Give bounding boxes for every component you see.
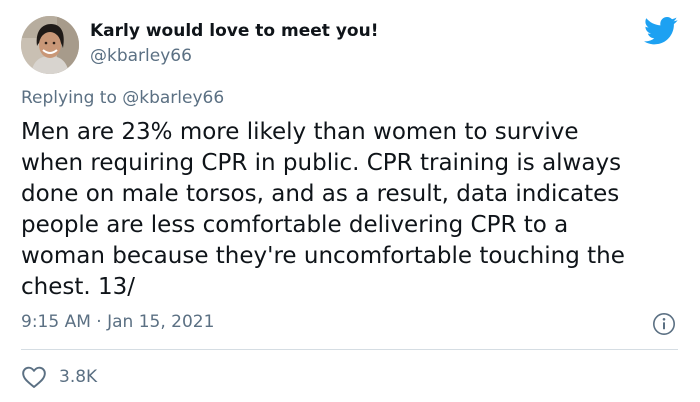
like-button[interactable]: 3.8K	[21, 364, 97, 390]
reply-mention-link[interactable]: @kbarley66	[122, 88, 224, 108]
info-icon[interactable]	[652, 312, 676, 336]
tweet-text: Men are 23% more likely than women to su…	[21, 117, 681, 303]
tweet-text-line: when requiring CPR in public. CPR traini…	[21, 150, 622, 176]
tweet-date: Jan 15, 2021	[107, 312, 215, 332]
divider	[21, 349, 678, 350]
tweet-card: Karly would love to meet you! @kbarley66…	[0, 0, 700, 402]
tweet-text-line: chest. 13/	[21, 274, 136, 300]
timestamp-separator: ·	[96, 312, 102, 332]
twitter-bird-icon[interactable]	[644, 16, 678, 46]
tweet-time: 9:15 AM	[21, 312, 91, 332]
tweet-text-line: woman because they're uncomfortable touc…	[21, 243, 625, 269]
like-count: 3.8K	[59, 367, 98, 387]
tweet-text-line: people are less comfortable delivering C…	[21, 212, 569, 238]
tweet-timestamp[interactable]: 9:15 AM · Jan 15, 2021	[21, 312, 214, 332]
tweet-text-line: Men are 23% more likely than women to su…	[21, 119, 579, 145]
replying-to: Replying to @kbarley66	[21, 88, 224, 108]
tweet-text-line: done on male torsos, and as a result, da…	[21, 181, 620, 207]
author-handle[interactable]: @kbarley66	[90, 46, 192, 66]
author-name[interactable]: Karly would love to meet you!	[90, 21, 378, 41]
avatar[interactable]	[21, 16, 79, 74]
heart-icon[interactable]	[21, 365, 47, 389]
replying-to-label: Replying to	[21, 88, 117, 108]
avatar-photo	[21, 16, 79, 74]
